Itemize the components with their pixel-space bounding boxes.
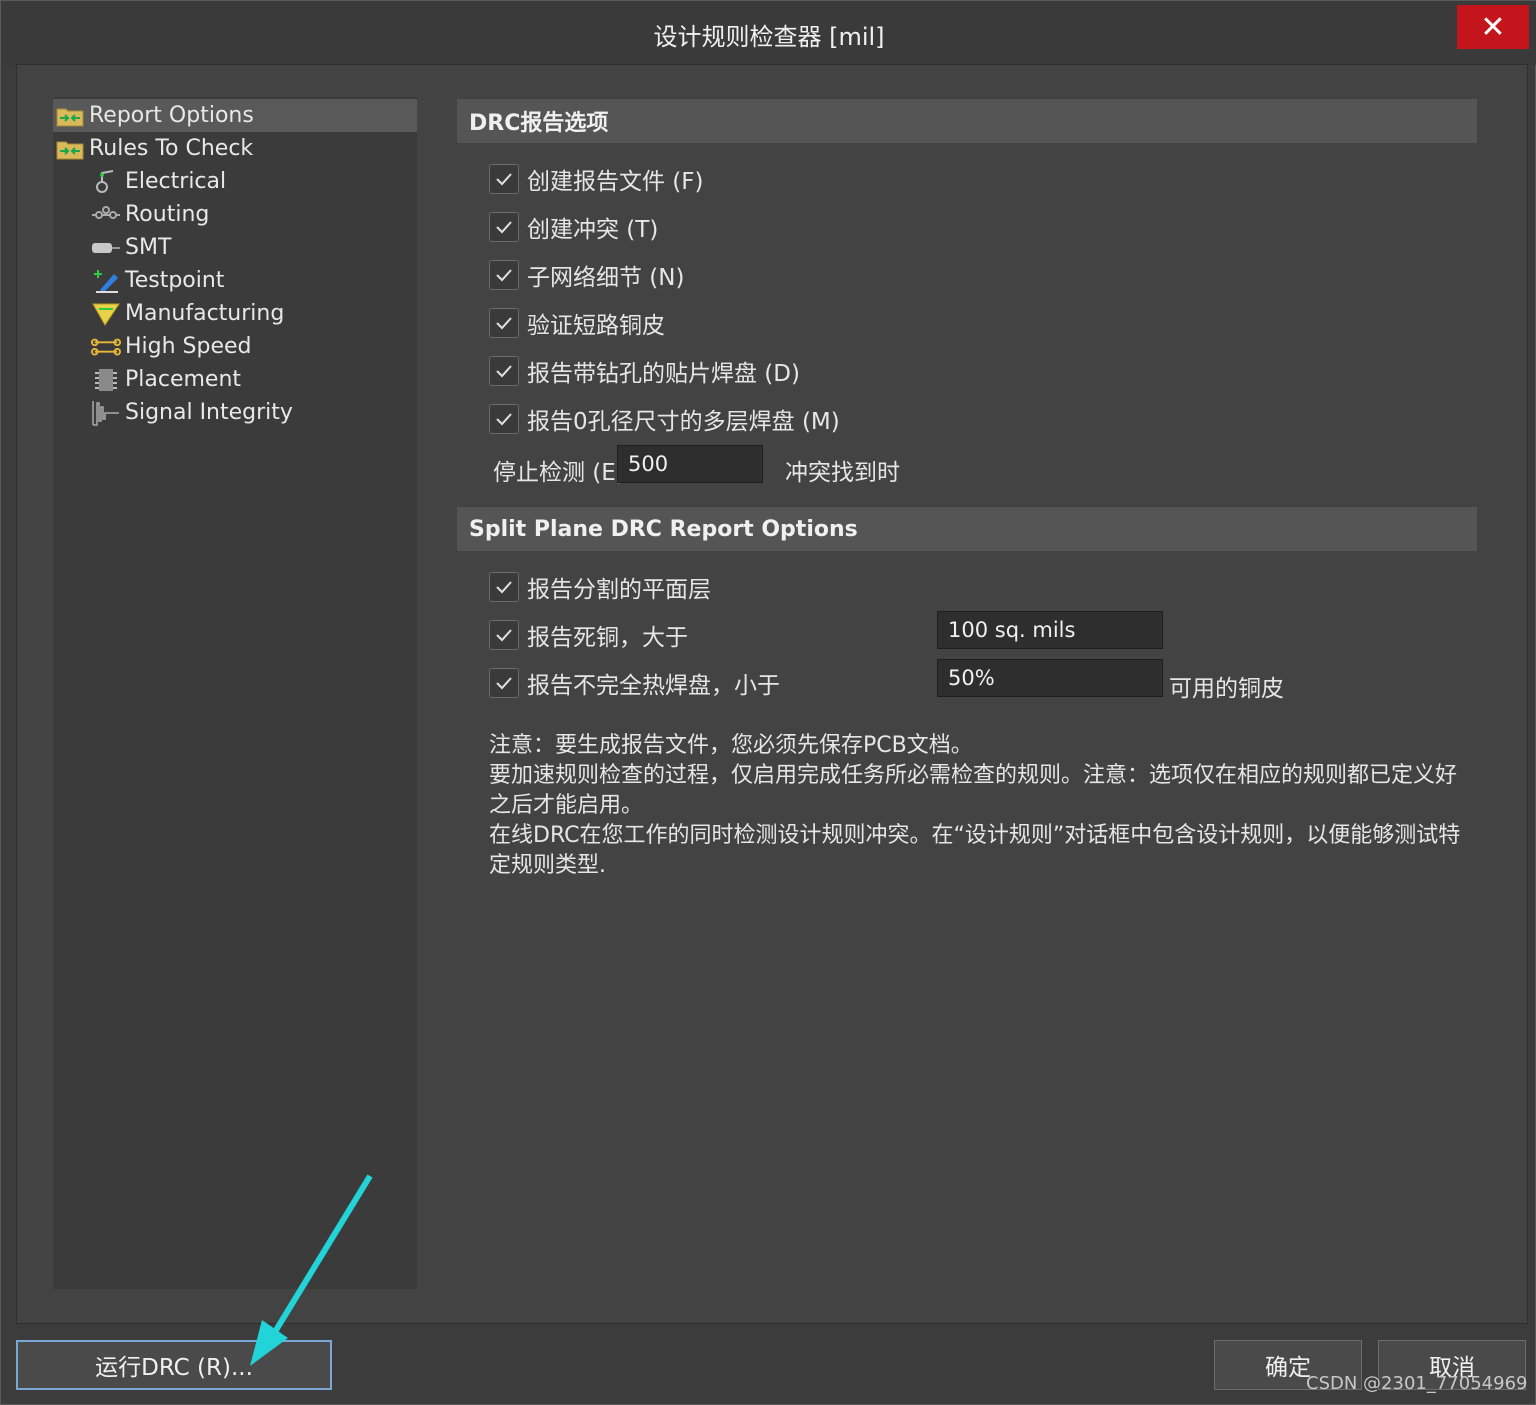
tree-item-signal-integrity[interactable]: Signal Integrity xyxy=(53,396,417,429)
checkbox[interactable] xyxy=(489,668,519,698)
tree-item-label: Electrical xyxy=(125,169,227,194)
watermark: CSDN @2301_77054969 xyxy=(1306,1373,1528,1394)
tree-item-label: Signal Integrity xyxy=(125,400,293,425)
checkbox-report-dead-copper[interactable]: 报告死铜，大于 xyxy=(489,615,688,655)
dead-copper-input[interactable]: 100 sq. mils xyxy=(937,611,1163,649)
tree-item-testpoint[interactable]: Testpoint xyxy=(53,264,417,297)
tree-item-label: Placement xyxy=(125,367,242,392)
options-tree: Report Options Rules To Check Electrical… xyxy=(53,97,417,1289)
folder-icon xyxy=(55,103,85,129)
window-title: 设计规则检查器 [mil] xyxy=(653,23,885,51)
title-bar: 设计规则检查器 [mil] ✕ xyxy=(1,1,1536,65)
checkbox[interactable] xyxy=(489,212,519,242)
checkbox-verify-shorting-copper[interactable]: 验证短路铜皮 xyxy=(489,303,665,343)
signal-integrity-icon xyxy=(91,400,121,426)
note-line: 在线DRC在您工作的同时检测设计规则冲突。在“设计规则”对话框中包含设计规则，以… xyxy=(489,823,1461,878)
tree-item-label: Routing xyxy=(125,202,210,227)
checkbox-label: 子网络细节 (N) xyxy=(527,265,685,291)
stop-count-input[interactable]: 500 xyxy=(617,445,763,483)
tree-item-label: SMT xyxy=(125,235,172,260)
drc-section-header: DRC报告选项 xyxy=(457,99,1477,143)
check-icon xyxy=(496,629,512,642)
check-icon xyxy=(496,269,512,282)
checkbox[interactable] xyxy=(489,260,519,290)
checkbox[interactable] xyxy=(489,308,519,338)
checkbox-label: 报告死铜，大于 xyxy=(527,625,688,651)
checkbox-label: 创建报告文件 (F) xyxy=(527,169,704,195)
tree-item-label: High Speed xyxy=(125,334,252,359)
close-icon: ✕ xyxy=(1480,9,1506,45)
checkbox-report-split-planes[interactable]: 报告分割的平面层 xyxy=(489,567,711,607)
check-icon xyxy=(496,365,512,378)
check-icon xyxy=(496,173,512,186)
annotation-arrow-icon xyxy=(250,1174,373,1366)
split-plane-section-header: Split Plane DRC Report Options xyxy=(457,507,1477,551)
tree-item-label: Rules To Check xyxy=(89,136,254,161)
checkbox-report-multilayer-pads[interactable]: 报告0孔径尺寸的多层焊盘 (M) xyxy=(489,399,840,439)
manufacturing-icon xyxy=(91,301,121,327)
checkbox-report-drilled-smt-pads[interactable]: 报告带钻孔的贴片焊盘 (D) xyxy=(489,351,800,391)
checkbox[interactable] xyxy=(489,572,519,602)
tree-item-placement[interactable]: Placement xyxy=(53,363,417,396)
routing-icon xyxy=(91,202,121,228)
checkbox-create-violations[interactable]: 创建冲突 (T) xyxy=(489,207,658,247)
placement-icon xyxy=(91,367,121,393)
checkbox-label: 报告带钻孔的贴片焊盘 (D) xyxy=(527,361,800,387)
checkbox-create-report[interactable]: 创建报告文件 (F) xyxy=(489,159,704,199)
checkbox[interactable] xyxy=(489,620,519,650)
checkbox-label: 创建冲突 (T) xyxy=(527,217,659,243)
thermal-suffix-label: 可用的铜皮 xyxy=(1169,676,1284,702)
notes-text: 注意：要生成报告文件，您必须先保存PCB文档。 要加速规则检查的过程，仅启用完成… xyxy=(489,731,1469,881)
checkbox[interactable] xyxy=(489,356,519,386)
checkbox[interactable] xyxy=(489,404,519,434)
check-icon xyxy=(496,221,512,234)
checkbox-report-incomplete-thermals[interactable]: 报告不完全热焊盘，小于 xyxy=(489,663,780,703)
note-line: 要加速规则检查的过程，仅启用完成任务所必需检查的规则。注意：选项仅在相应的规则都… xyxy=(489,763,1458,818)
tree-item-routing[interactable]: Routing xyxy=(53,198,417,231)
dialog-content: Report Options Rules To Check Electrical… xyxy=(16,64,1528,1324)
check-icon xyxy=(496,413,512,426)
checkbox-subnet-details[interactable]: 子网络细节 (N) xyxy=(489,255,684,295)
checkbox[interactable] xyxy=(489,164,519,194)
smt-icon xyxy=(91,235,121,261)
tree-item-high-speed[interactable]: High Speed xyxy=(53,330,417,363)
checkbox-label: 报告分割的平面层 xyxy=(527,577,711,603)
tree-item-report-options[interactable]: Report Options xyxy=(53,99,417,132)
tree-item-label: Testpoint xyxy=(125,268,225,293)
check-icon xyxy=(496,317,512,330)
tree-item-rules-to-check[interactable]: Rules To Check xyxy=(53,132,417,165)
tree-item-electrical[interactable]: Electrical xyxy=(53,165,417,198)
check-icon xyxy=(496,677,512,690)
note-line: 注意：要生成报告文件，您必须先保存PCB文档。 xyxy=(489,733,973,758)
tree-item-label: Report Options xyxy=(89,103,254,128)
stop-suffix-label: 冲突找到时 xyxy=(785,460,900,486)
checkbox-label: 验证短路铜皮 xyxy=(527,313,665,339)
tree-item-manufacturing[interactable]: Manufacturing xyxy=(53,297,417,330)
check-icon xyxy=(496,581,512,594)
thermal-percent-input[interactable]: 50% xyxy=(937,659,1163,697)
high-speed-icon xyxy=(91,334,121,360)
checkbox-label: 报告不完全热焊盘，小于 xyxy=(527,673,780,699)
electrical-icon xyxy=(91,169,121,195)
checkbox-label: 报告0孔径尺寸的多层焊盘 (M) xyxy=(527,409,840,435)
close-button[interactable]: ✕ xyxy=(1457,5,1529,49)
testpoint-icon xyxy=(91,268,121,294)
tree-item-label: Manufacturing xyxy=(125,301,285,326)
tree-item-smt[interactable]: SMT xyxy=(53,231,417,264)
folder-icon xyxy=(55,136,85,162)
stop-label: 停止检测 (E) xyxy=(493,460,625,486)
